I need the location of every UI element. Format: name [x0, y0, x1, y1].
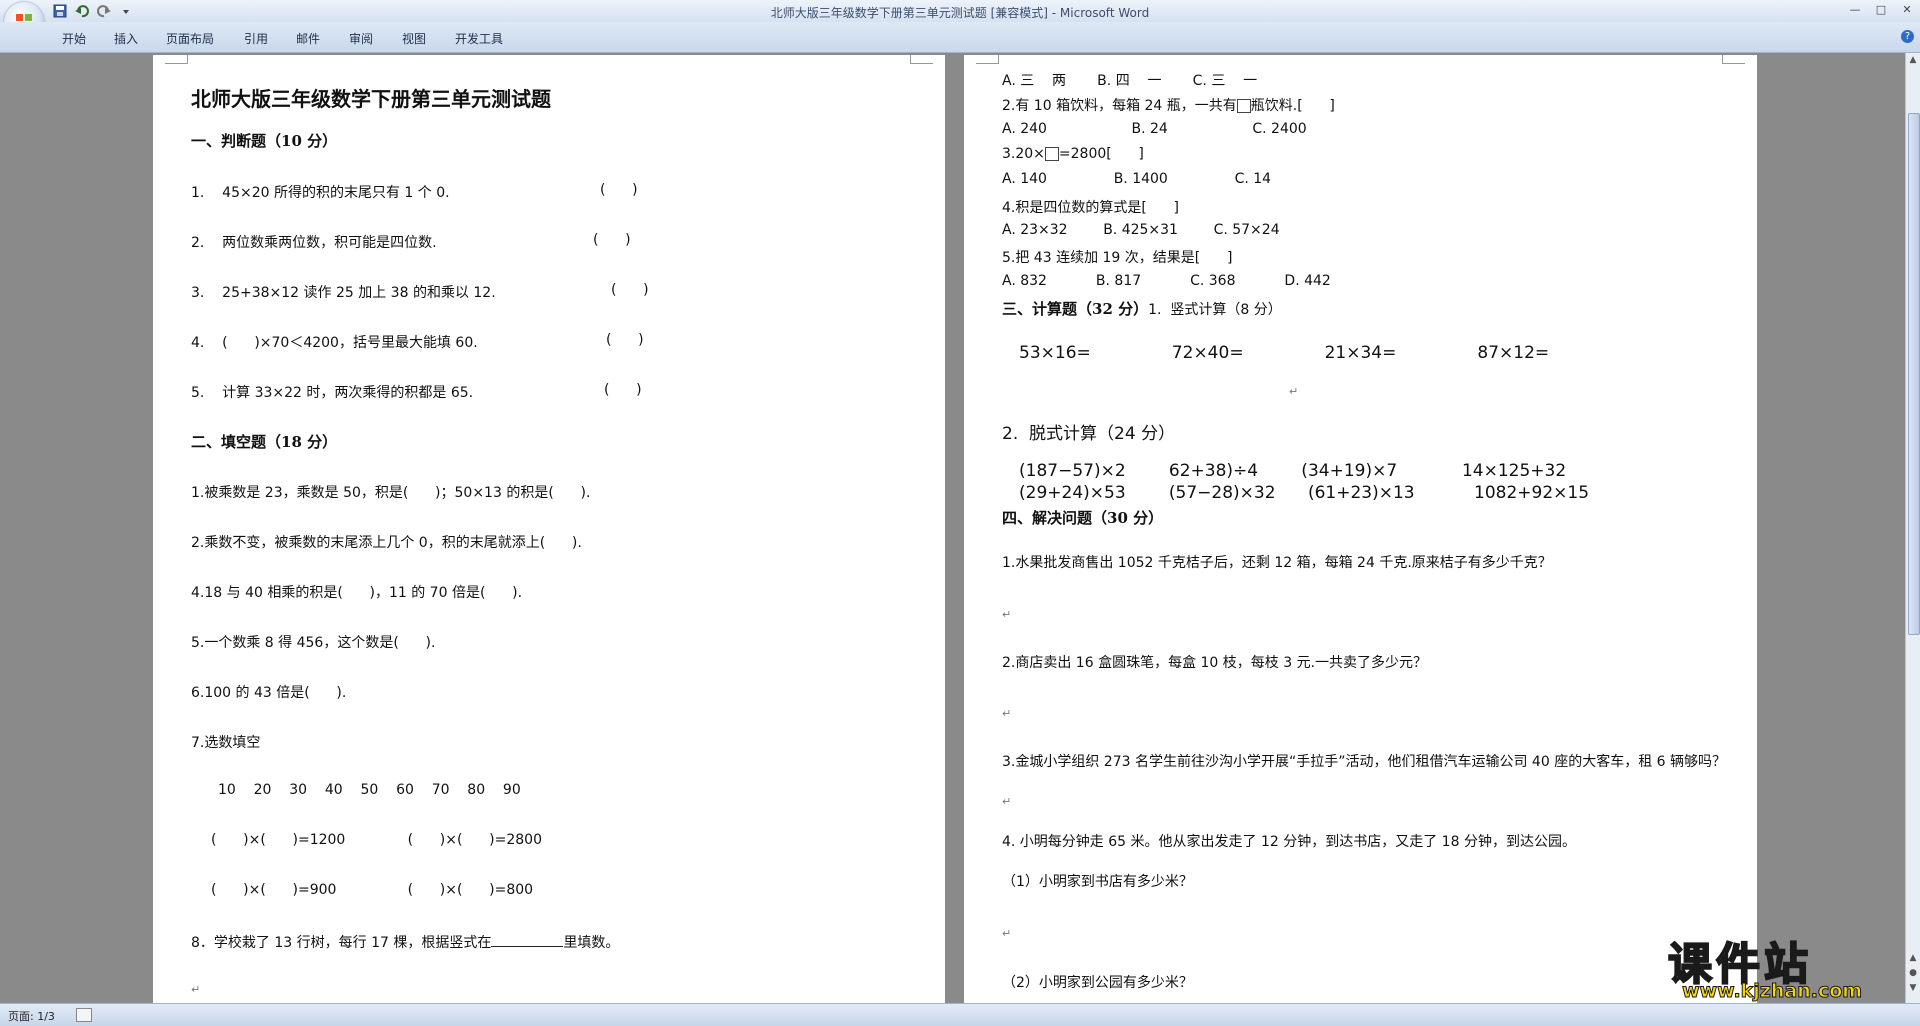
tab-page-layout[interactable]: 页面布局 [166, 30, 214, 47]
expr-row: (29+24)×53 (57−28)×32 (61+23)×13 1082+92… [1019, 483, 1590, 503]
watermark-url: www.kjzhan.com [1681, 980, 1863, 1003]
choice-question: 3.20× =2800[ ] [1002, 146, 1144, 162]
choice-question: 2.有 10 箱饮料，每箱 24 瓶，一共有 瓶饮料.[ ] [1002, 95, 1335, 115]
choice-options: A. 832 B. 817 C. 368 D. 442 [1002, 273, 1331, 289]
problem-text: 3.金城小学组织 273 名学生前往沙沟小学开展“手拉手”活动，他们租借汽车运输… [1002, 754, 1727, 770]
browse-object-icon[interactable]: ● [1908, 968, 1918, 978]
choice-options: A. 140 B. 1400 C. 14 [1002, 171, 1272, 187]
subsection-title: 2. 脱式计算（24 分） [1002, 424, 1176, 444]
fill-item: 4.18 与 40 相乘的积是( )，11 的 70 倍是( ). [191, 585, 523, 601]
maximize-button[interactable]: □ [1868, 2, 1894, 18]
paragraph-mark: ↵ [1289, 385, 1299, 398]
item8-text: 8．学校栽了 13 行树，每行 17 棵，根据竖式在 [191, 935, 492, 951]
page-indicator[interactable]: 页面: 1/3 [8, 1008, 55, 1024]
answer-paren: ( ) [600, 182, 638, 198]
blank-line [491, 934, 564, 947]
vertical-scrollbar[interactable]: ▲ ▲ ● ▼ [1905, 53, 1920, 1003]
choice-options: A. 240 B. 24 C. 2400 [1002, 121, 1307, 137]
previous-page-icon[interactable]: ▲ [1908, 953, 1918, 963]
judge-item: 1. 45×20 所得的积的末尾只有 1 个 0. [191, 185, 450, 201]
tab-references[interactable]: 引用 [244, 30, 268, 47]
section-heading: 四、解决问题（30 分） [1002, 509, 1164, 527]
status-bar: 页面: 1/3 [0, 1003, 1920, 1026]
fill-item: 8．学校栽了 13 行树，每行 17 棵，根据竖式在 里填数。 [191, 932, 619, 952]
tab-home[interactable]: 开始 [62, 30, 86, 47]
number-choices: 10 20 30 40 50 60 70 80 90 [218, 782, 521, 798]
calc-row: 53×16= 72×40= 21×34= 87×12= [1019, 343, 1550, 363]
question-text-end: 瓶饮料.[ ] [1250, 98, 1335, 114]
title-bar: 北师大版三年级数学下册第三单元测试题 [兼容模式] - Microsoft Wo… [0, 0, 1920, 22]
section-heading: 二、填空题（18 分） [191, 433, 338, 451]
item8-text-end: 里填数。 [563, 935, 620, 951]
tab-mailings[interactable]: 邮件 [296, 30, 320, 47]
subsection-title: 1. 竖式计算（8 分） [1148, 302, 1282, 318]
expr-row: (187−57)×2 62+38)÷4 (34+19)×7 14×125+32 [1019, 461, 1567, 481]
answer-paren: ( ) [593, 232, 631, 248]
minimize-button[interactable]: — [1842, 2, 1868, 18]
problem-subquestion: （2）小明家到公园有多少米？ [1002, 975, 1193, 991]
choice-question: 5.把 43 连续加 19 次，结果是[ ] [1002, 250, 1233, 266]
problem-text: 4. 小明每分钟走 65 米。他从家出发走了 12 分钟，到达书店，又走了 18… [1002, 834, 1576, 850]
question-text-end: =2800[ ] [1058, 146, 1144, 162]
problem-text: 1.水果批发商售出 1052 千克桔子后，还剩 12 箱，每箱 24 千克.原来… [1002, 555, 1552, 571]
question-text: 2.有 10 箱饮料，每箱 24 瓶，一共有 [1002, 98, 1237, 114]
section-heading: 三、计算题（32 分） [1002, 300, 1149, 318]
blank-box [1044, 147, 1059, 161]
fill-row: ( )×( )=900 ( )×( )=800 [211, 882, 534, 898]
paragraph-mark: ↵ [191, 983, 201, 996]
problem-subquestion: （1）小明家到书店有多少米？ [1002, 874, 1193, 890]
judge-item: 3. 25+38×12 读作 25 加上 38 的和乘以 12. [191, 285, 496, 301]
fill-item: 6.100 的 43 倍是( ). [191, 685, 347, 701]
paragraph-mark: ↵ [1002, 707, 1012, 720]
fill-item: 5.一个数乘 8 得 456，这个数是( ). [191, 635, 436, 651]
fill-item: 2.乘数不变，被乘数的末尾添上几个 0，积的末尾就添上( ). [191, 535, 582, 551]
judge-item: 5. 计算 33×22 时，两次乘得的积都是 65. [191, 385, 474, 401]
blank-box [1236, 99, 1251, 113]
window-title: 北师大版三年级数学下册第三单元测试题 [兼容模式] - Microsoft Wo… [770, 6, 1150, 20]
site-watermark-logo: 课件站 www.kjzhan.com [1667, 928, 1900, 1003]
tab-view[interactable]: 视图 [402, 30, 426, 47]
tab-review[interactable]: 审阅 [349, 30, 373, 47]
document-title: 北师大版三年级数学下册第三单元测试题 [191, 87, 551, 111]
answer-paren: ( ) [611, 282, 649, 298]
next-page-icon[interactable]: ▼ [1908, 983, 1918, 993]
judge-item: 4. ( )×70＜4200，括号里最大能填 60. [191, 335, 478, 351]
window-controls: — □ ✕ [1842, 2, 1920, 18]
margin-corner [165, 55, 188, 64]
scrollbar-thumb[interactable] [1908, 113, 1920, 635]
margin-corner [910, 55, 933, 64]
fill-item: 1.被乘数是 23，乘数是 50，积是( )；50×13 的积是( ). [191, 485, 591, 501]
problem-text: 2.商店卖出 16 盒圆珠笔，每盒 10 枝，每枝 3 元.一共卖了多少元？ [1002, 655, 1428, 671]
document-page-2[interactable]: A. 三 两 B. 四 一 C. 三 一 2.有 10 箱饮料，每箱 24 瓶，… [964, 55, 1757, 1005]
judge-item: 2. 两位数乘两位数，积可能是四位数. [191, 235, 437, 251]
margin-corner [976, 55, 999, 64]
question-text: 3.20× [1002, 146, 1045, 162]
close-button[interactable]: ✕ [1894, 2, 1920, 18]
document-page-1[interactable]: 北师大版三年级数学下册第三单元测试题 一、判断题（10 分） 1. 45×20 … [153, 55, 945, 1005]
paragraph-mark: ↵ [1002, 927, 1012, 940]
choice-options: A. 三 两 B. 四 一 C. 三 一 [1002, 73, 1258, 89]
fill-row: ( )×( )=1200 ( )×( )=2800 [211, 832, 542, 848]
scroll-up-icon[interactable]: ▲ [1908, 55, 1918, 65]
help-icon[interactable]: ? [1901, 30, 1914, 43]
tab-developer[interactable]: 开发工具 [455, 30, 503, 47]
answer-paren: ( ) [604, 382, 642, 398]
section-heading-row: 三、计算题（32 分）1. 竖式计算（8 分） [1002, 298, 1282, 319]
paragraph-mark: ↵ [1002, 795, 1012, 808]
margin-corner [1722, 55, 1745, 64]
choice-question: 4.积是四位数的算式是[ ] [1002, 200, 1179, 216]
paragraph-mark: ↵ [1002, 608, 1012, 621]
section-heading: 一、判断题（10 分） [191, 132, 338, 150]
answer-paren: ( ) [606, 332, 644, 348]
choice-options: A. 23×32 B. 425×31 C. 57×24 [1002, 222, 1280, 238]
fill-item: 7.选数填空 [191, 735, 261, 751]
tab-insert[interactable]: 插入 [114, 30, 138, 47]
ribbon: 开始 插入 页面布局 引用 邮件 审阅 视图 开发工具 ? [0, 22, 1920, 53]
proofing-icon[interactable] [76, 1008, 92, 1022]
